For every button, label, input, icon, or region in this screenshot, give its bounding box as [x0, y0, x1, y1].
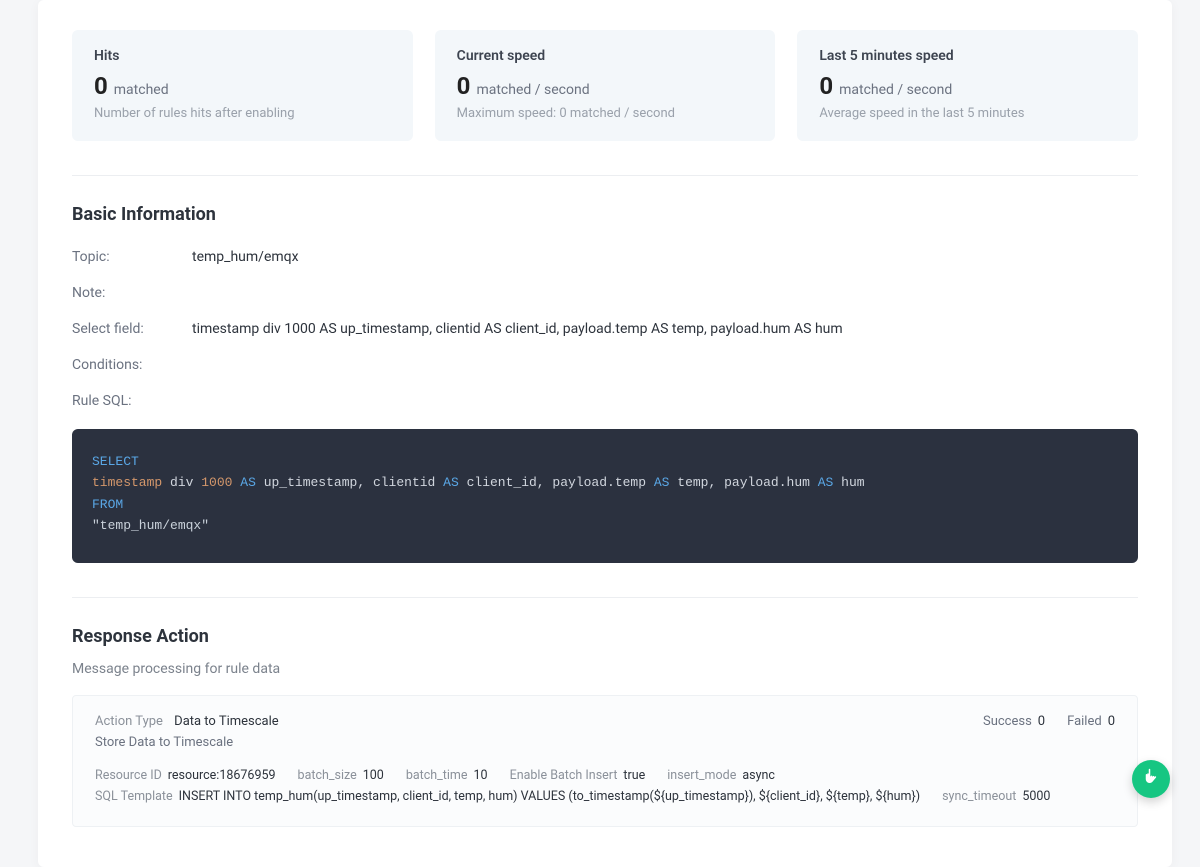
counter-label: Failed: [1067, 714, 1102, 729]
param-pair: batch_time 10: [406, 768, 488, 783]
action-desc: Store Data to Timescale: [95, 735, 279, 750]
param-label: batch_size: [298, 768, 357, 783]
action-card: Action Type Data to Timescale Store Data…: [72, 695, 1138, 827]
stat-card-last5-speed: Last 5 minutes speed 0 matched / second …: [797, 30, 1138, 141]
info-label: Note:: [72, 285, 192, 301]
counter-failed: Failed 0: [1067, 714, 1115, 750]
counter-value: 0: [1108, 714, 1115, 729]
sql-ident: hum: [841, 475, 864, 490]
info-label: Conditions:: [72, 357, 192, 373]
sql-string: "temp_hum/emqx": [92, 518, 209, 533]
param-pair: Enable Batch Insert true: [510, 768, 646, 783]
param-value: 5000: [1022, 789, 1050, 804]
sql-op: div: [170, 475, 193, 490]
section-heading-response: Response Action: [72, 626, 1138, 647]
stat-sub: Maximum speed: 0 matched / second: [457, 106, 754, 121]
action-type-label: Action Type: [95, 714, 163, 729]
sql-ident: temp,: [677, 475, 716, 490]
info-label: Rule SQL:: [72, 393, 192, 409]
param-value: 10: [474, 768, 488, 783]
action-counters: Success 0 Failed 0: [983, 714, 1115, 750]
stat-title: Current speed: [457, 48, 754, 64]
stat-unit: matched: [114, 82, 169, 98]
stat-value: 0: [457, 74, 471, 98]
param-label: sync_timeout: [942, 789, 1016, 804]
info-value: timestamp div 1000 AS up_timestamp, clie…: [192, 321, 843, 337]
param-value: true: [623, 768, 645, 783]
sql-ident: client_id,: [467, 475, 545, 490]
stat-sub: Average speed in the last 5 minutes: [819, 106, 1116, 121]
section-sub-response: Message processing for rule data: [72, 661, 1138, 677]
param-label: insert_mode: [667, 768, 736, 783]
stat-title: Last 5 minutes speed: [819, 48, 1116, 64]
sql-ident: clientid: [373, 475, 435, 490]
info-row-select-field: Select field: timestamp div 1000 AS up_t…: [72, 321, 1138, 337]
pointer-icon: [1142, 768, 1160, 790]
param-label: batch_time: [406, 768, 468, 783]
sql-keyword-as: AS: [654, 475, 670, 490]
param-label: Enable Batch Insert: [510, 768, 618, 783]
param-pair: insert_mode async: [667, 768, 775, 783]
counter-success: Success 0: [983, 714, 1045, 750]
stat-title: Hits: [94, 48, 391, 64]
sql-keyword-as: AS: [818, 475, 834, 490]
sql-ident: payload.hum: [724, 475, 810, 490]
param-label: SQL Template: [95, 789, 173, 804]
param-pair: sync_timeout 5000: [942, 789, 1050, 804]
section-heading-basic: Basic Information: [72, 204, 1138, 225]
info-row-conditions: Conditions:: [72, 357, 1138, 373]
counter-label: Success: [983, 714, 1032, 729]
stat-card-hits: Hits 0 matched Number of rules hits afte…: [72, 30, 413, 141]
sql-keyword-from: FROM: [92, 497, 123, 512]
info-row-topic: Topic: temp_hum/emqx: [72, 249, 1138, 265]
info-row-rule-sql: Rule SQL:: [72, 393, 1138, 409]
stat-unit: matched / second: [476, 82, 589, 98]
info-label: Topic:: [72, 249, 192, 265]
param-value: resource:18676959: [168, 768, 276, 783]
sql-keyword-as: AS: [443, 475, 459, 490]
divider: [72, 175, 1138, 176]
sql-keyword-as: AS: [240, 475, 256, 490]
param-pair: SQL Template INSERT INTO temp_hum(up_time…: [95, 789, 920, 804]
counter-value: 0: [1038, 714, 1045, 729]
divider: [72, 597, 1138, 598]
stat-unit: matched / second: [839, 82, 952, 98]
sql-keyword-select: SELECT: [92, 454, 139, 469]
stat-card-current-speed: Current speed 0 matched / second Maximum…: [435, 30, 776, 141]
rule-sql-code: SELECT timestamp div 1000 AS up_timestam…: [72, 429, 1138, 563]
param-pair: Resource ID resource:18676959: [95, 768, 276, 783]
stat-sub: Number of rules hits after enabling: [94, 106, 391, 121]
param-label: Resource ID: [95, 768, 162, 783]
info-row-note: Note:: [72, 285, 1138, 301]
param-value: 100: [363, 768, 384, 783]
param-value: INSERT INTO temp_hum(up_timestamp, clien…: [179, 789, 920, 804]
info-label: Select field:: [72, 321, 192, 337]
param-value: async: [742, 768, 775, 783]
stats-row: Hits 0 matched Number of rules hits afte…: [72, 0, 1138, 141]
help-fab-button[interactable]: [1132, 760, 1170, 798]
sql-ident: timestamp: [92, 475, 162, 490]
sql-ident: payload.temp: [552, 475, 646, 490]
action-type-row: Action Type Data to Timescale Store Data…: [95, 714, 279, 750]
info-value: temp_hum/emqx: [192, 249, 299, 265]
param-pair: batch_size 100: [298, 768, 384, 783]
sql-num: 1000: [201, 475, 232, 490]
action-type-value: Data to Timescale: [174, 714, 279, 729]
stat-value: 0: [94, 74, 108, 98]
stat-value: 0: [819, 74, 833, 98]
sql-ident: up_timestamp,: [264, 475, 365, 490]
action-params: Resource ID resource:18676959 batch_size 10…: [95, 768, 1115, 804]
